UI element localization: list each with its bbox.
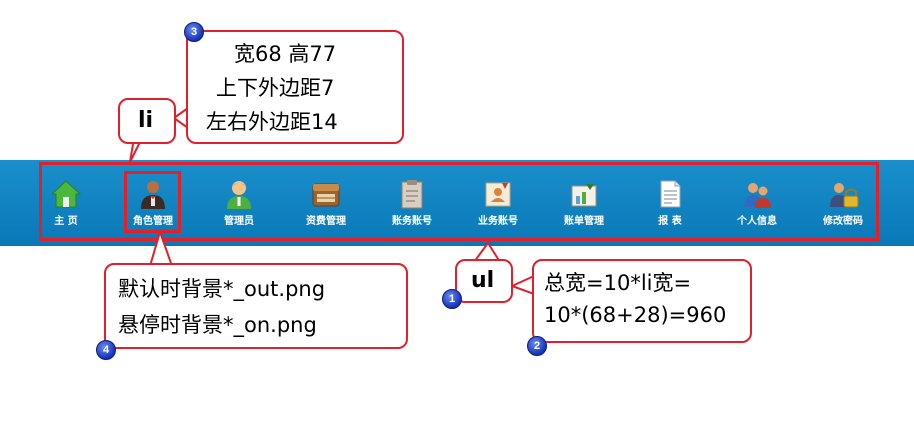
background-spec-callout: 默认时背景*_out.png 悬停时背景*_on.png [104, 263, 408, 349]
step-badge-3: 3 [184, 22, 204, 42]
ul-spec-line: 10*(68+28)=960 [544, 303, 727, 327]
ul-callout: ul [455, 259, 513, 303]
bg-spec-line: 悬停时背景*_on.png [118, 313, 317, 337]
li-callout: li [118, 98, 176, 144]
ul-spec-callout: 总宽=10*li宽= 10*(68+28)=960 [532, 259, 752, 343]
li-label: li [138, 108, 154, 133]
li-spec-line: 宽68 高77 [234, 42, 337, 66]
step-badge-1: 1 [442, 289, 462, 309]
li-spec-callout: 宽68 高77 上下外边距7 左右外边距14 [186, 30, 404, 144]
step-badge-4: 4 [96, 340, 116, 360]
callout-pointers [129, 106, 535, 296]
li-spec-line: 上下外边距7 [216, 76, 335, 100]
step-badge-2: 2 [527, 336, 547, 356]
bg-spec-line: 默认时背景*_out.png [118, 277, 326, 301]
ul-spec-line: 总宽=10*li宽= [544, 271, 692, 295]
ul-label: ul [471, 268, 495, 293]
li-spec-line: 左右外边距14 [206, 110, 338, 134]
